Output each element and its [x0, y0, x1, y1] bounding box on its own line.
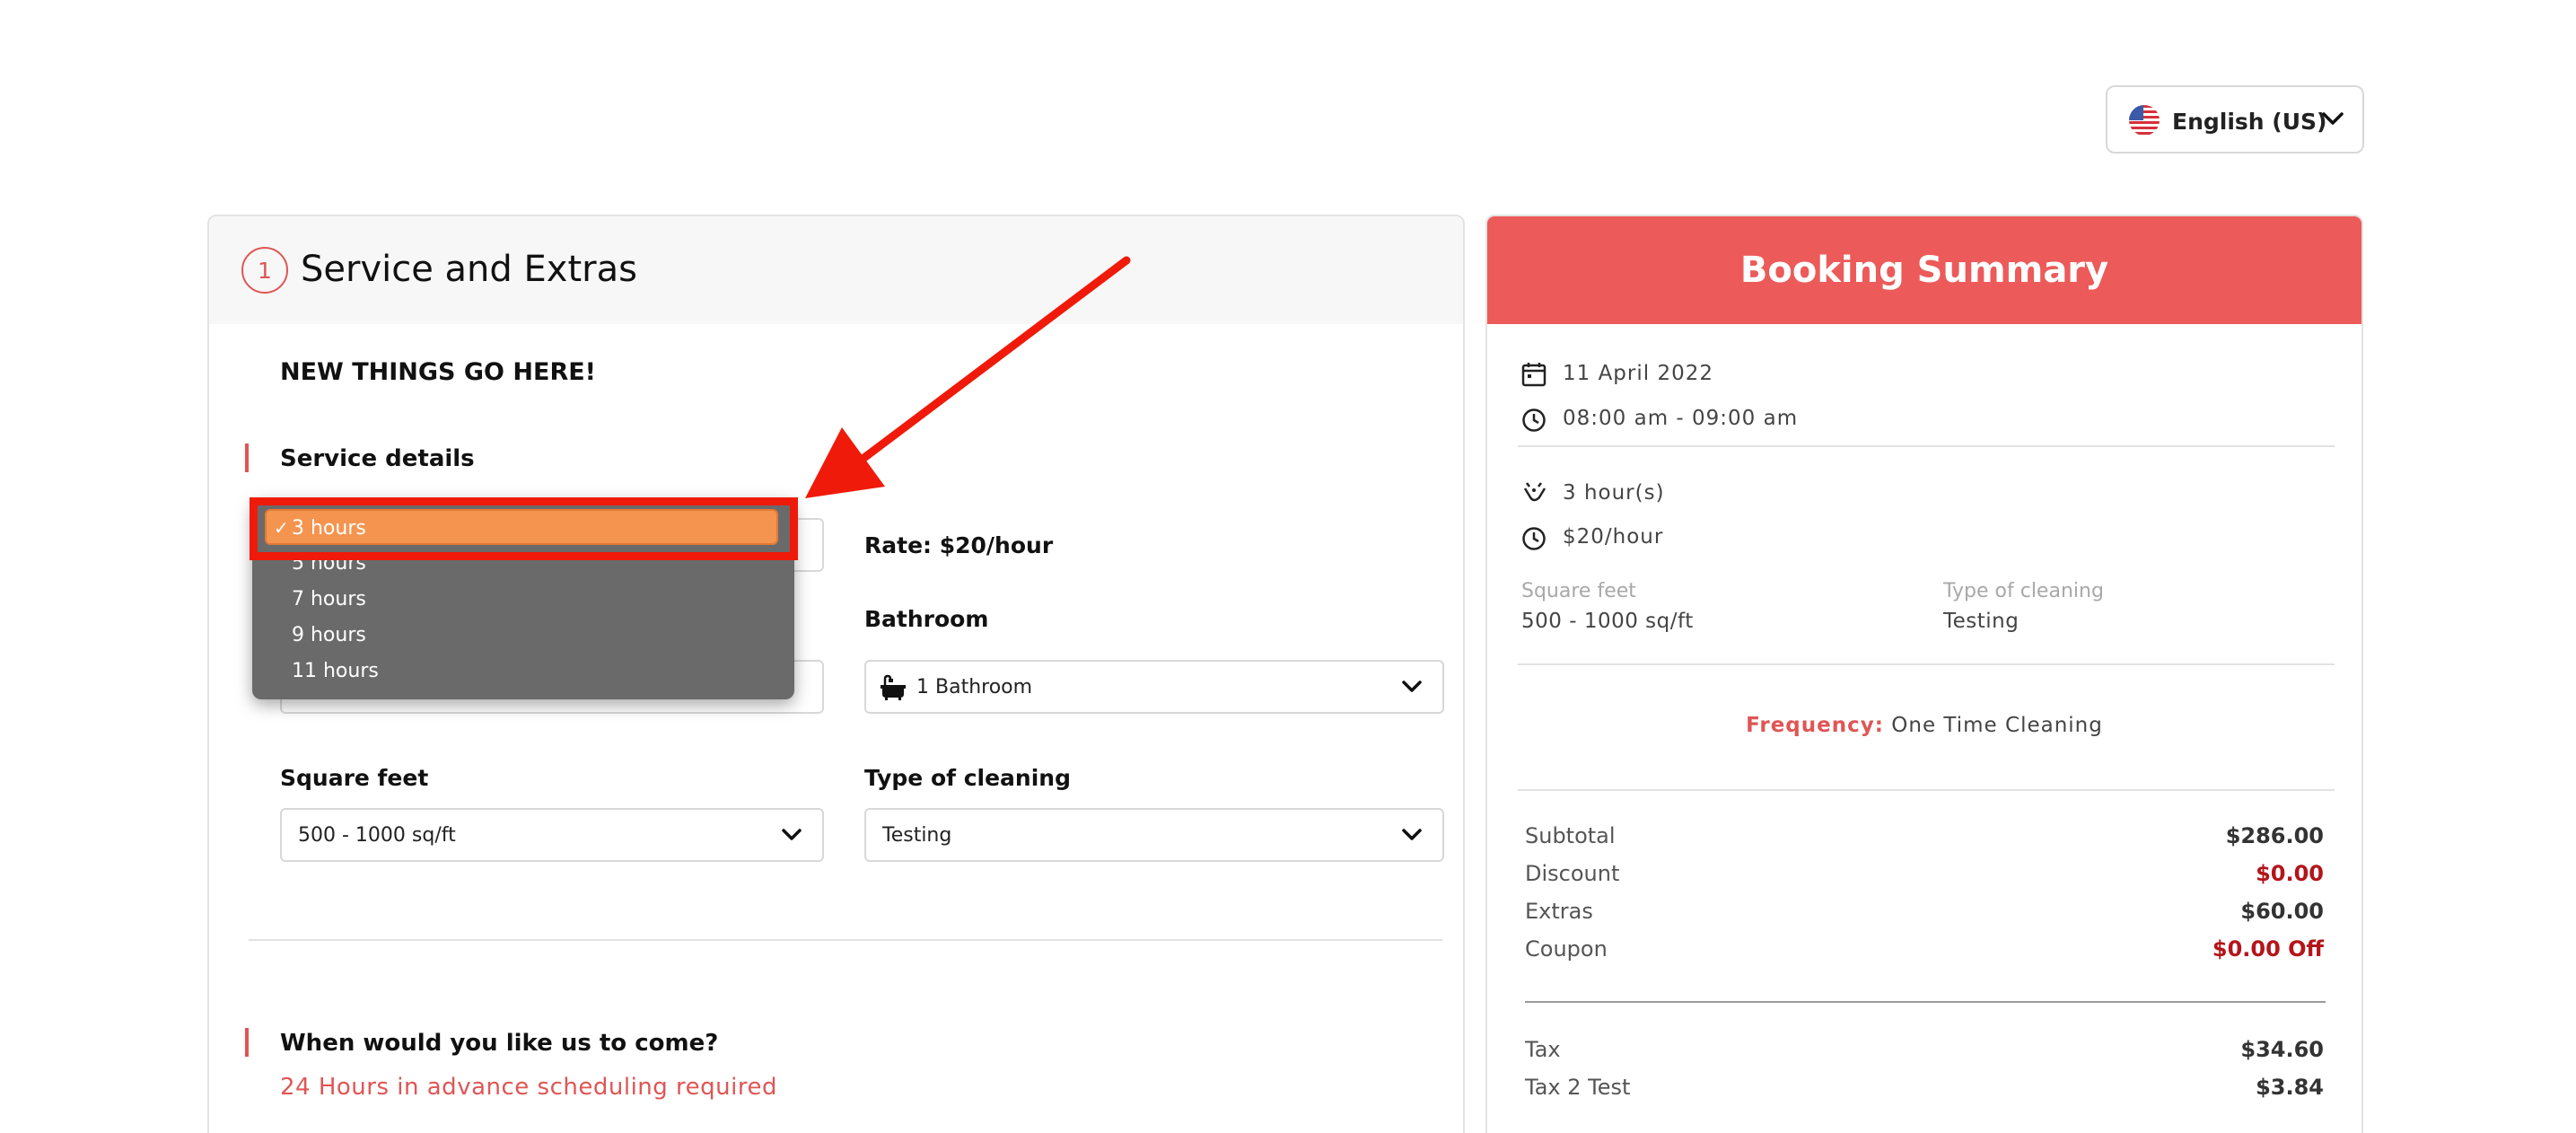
tax-label: Tax	[1525, 1037, 1561, 1062]
summary-divider	[1518, 445, 2335, 447]
schedule-note: 24 Hours in advance scheduling required	[280, 1074, 777, 1101]
summary-divider	[1525, 1001, 2326, 1003]
section-marker	[245, 1028, 249, 1057]
extras-label: Extras	[1525, 899, 1593, 924]
cleaning-type-label: Type of cleaning	[864, 765, 1071, 791]
tax-2-label: Tax 2 Test	[1525, 1075, 1631, 1100]
summary-title: Booking Summary	[1739, 250, 2109, 291]
square-feet-label: Square feet	[280, 765, 429, 791]
summary-cleaning-label: Type of cleaning	[1943, 580, 2104, 602]
section-title: Service and Extras	[301, 249, 637, 290]
subtotal-label: Subtotal	[1525, 823, 1616, 848]
rate-text: Rate: $20/hour	[864, 532, 1054, 558]
calendar-icon	[1521, 363, 1546, 387]
step-number: 1	[241, 247, 288, 294]
dropdown-option[interactable]: 7 hours	[292, 588, 366, 610]
custom-text: NEW THINGS GO HERE!	[280, 358, 596, 386]
clock-icon	[1522, 527, 1546, 550]
section-marker	[245, 444, 249, 472]
section-divider	[249, 939, 1442, 941]
summary-cleaning-value: Testing	[1943, 610, 2020, 633]
tax-value: $34.60	[2240, 1037, 2324, 1062]
service-details-label: Service details	[280, 445, 475, 472]
chevron-down-icon	[1402, 829, 1422, 840]
summary-rate: $20/hour	[1563, 525, 1664, 549]
summary-frequency: Frequency: One Time Cleaning	[1487, 714, 2361, 737]
dropdown-option[interactable]: 9 hours	[292, 624, 366, 646]
chevron-down-icon	[1402, 681, 1422, 692]
annotation-arrow-icon	[805, 256, 1131, 498]
booking-summary-card: Booking Summary 11 April 2022 08:00 am -…	[1485, 215, 2363, 1133]
bathroom-label: Bathroom	[864, 606, 989, 632]
annotation-highlight-box	[250, 497, 798, 560]
tax-2-value: $3.84	[2256, 1075, 2324, 1100]
chevron-down-icon	[2322, 112, 2344, 125]
bathroom-value: 1 Bathroom	[916, 675, 1033, 698]
extras-value: $60.00	[2240, 899, 2324, 924]
dropdown-option[interactable]: 11 hours	[292, 660, 379, 682]
clock-icon	[1522, 408, 1546, 432]
us-flag-icon	[2129, 105, 2160, 136]
language-selector[interactable]: English (US)	[2106, 85, 2364, 154]
square-feet-value: 500 - 1000 sq/ft	[298, 823, 456, 847]
summary-hours: 3 hour(s)	[1563, 481, 1665, 505]
cleaning-type-select[interactable]: Testing	[864, 808, 1444, 862]
chevron-down-icon	[782, 829, 802, 840]
subtotal-value: $286.00	[2225, 823, 2324, 848]
summary-square-feet-value: 500 - 1000 sq/ft	[1521, 610, 1694, 633]
summary-time: 08:00 am - 09:00 am	[1563, 407, 1799, 430]
summary-divider	[1518, 789, 2335, 791]
schedule-label: When would you like us to come?	[280, 1030, 719, 1057]
coupon-label: Coupon	[1525, 936, 1608, 962]
summary-divider	[1518, 663, 2335, 665]
summary-date: 11 April 2022	[1563, 362, 1713, 385]
summary-header: Booking Summary	[1487, 216, 2361, 324]
cleaning-icon	[1523, 482, 1546, 502]
discount-label: Discount	[1525, 861, 1620, 886]
square-feet-select[interactable]: 500 - 1000 sq/ft	[280, 808, 824, 862]
discount-value: $0.00	[2256, 861, 2324, 886]
coupon-value: $0.00 Off	[2212, 936, 2324, 962]
bathroom-select[interactable]: 1 Bathroom	[864, 660, 1444, 714]
frequency-label: Frequency:	[1746, 714, 1884, 737]
bathtub-icon	[881, 674, 906, 700]
cleaning-type-value: Testing	[882, 823, 952, 847]
frequency-value: One Time Cleaning	[1891, 714, 2103, 737]
language-label: English (US)	[2172, 109, 2327, 135]
summary-square-feet-label: Square feet	[1521, 580, 1636, 602]
